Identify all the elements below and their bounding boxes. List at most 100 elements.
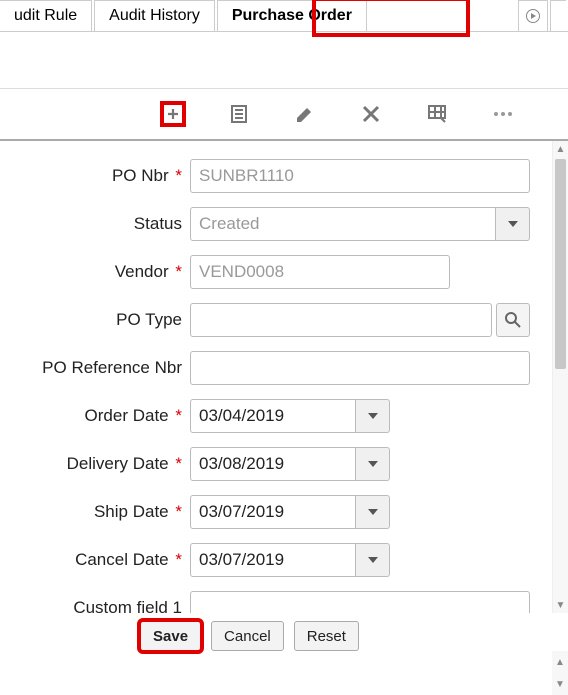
- footer-scrollbar[interactable]: ▲ ▼: [552, 651, 568, 695]
- row-po-nbr: PO Nbr * SUNBR1110: [0, 159, 548, 193]
- form-area: PO Nbr * SUNBR1110 Status Created Vendor…: [0, 141, 568, 613]
- grid-icon: [427, 104, 447, 124]
- label-custom1: Custom field 1: [0, 598, 190, 613]
- label-status: Status: [0, 214, 190, 234]
- pencil-icon: [295, 104, 315, 124]
- plus-icon: [168, 105, 178, 123]
- save-button[interactable]: Save: [140, 621, 201, 651]
- tab-audit-history[interactable]: Audit History: [94, 0, 215, 31]
- order-date-picker[interactable]: 03/04/2019: [190, 399, 390, 433]
- ship-date-value: 03/07/2019: [190, 495, 356, 529]
- label-text: Cancel Date: [75, 550, 169, 569]
- po-ref-input[interactable]: [190, 351, 530, 385]
- row-custom1: Custom field 1: [0, 591, 548, 613]
- status-dropdown-button[interactable]: [496, 207, 530, 241]
- chevron-down-icon: [368, 509, 378, 515]
- label-delivery-date: Delivery Date *: [0, 454, 190, 474]
- required-marker: *: [175, 502, 182, 521]
- label-po-type: PO Type: [0, 310, 190, 330]
- row-delivery-date: Delivery Date * 03/08/2019: [0, 447, 548, 481]
- row-ship-date: Ship Date * 03/07/2019: [0, 495, 548, 529]
- status-select[interactable]: Created: [190, 207, 530, 241]
- row-po-type: PO Type: [0, 303, 548, 337]
- form-scrollbar[interactable]: ▲ ▼: [552, 141, 568, 613]
- cancel-date-picker[interactable]: 03/07/2019: [190, 543, 390, 577]
- row-po-ref: PO Reference Nbr: [0, 351, 548, 385]
- vendor-input[interactable]: VEND0008: [190, 255, 450, 289]
- required-marker: *: [175, 166, 182, 185]
- scroll-up-arrow[interactable]: ▲: [552, 651, 568, 673]
- delivery-date-button[interactable]: [356, 447, 390, 481]
- scroll-down-arrow[interactable]: ▼: [553, 597, 568, 613]
- row-cancel-date: Cancel Date * 03/07/2019: [0, 543, 548, 577]
- label-order-date: Order Date *: [0, 406, 190, 426]
- search-icon: [504, 311, 522, 329]
- required-marker: *: [175, 454, 182, 473]
- play-icon: [526, 9, 540, 23]
- delivery-date-picker[interactable]: 03/08/2019: [190, 447, 390, 481]
- label-text: Vendor: [115, 262, 169, 281]
- scroll-down-arrow[interactable]: ▼: [552, 673, 568, 695]
- edit-button[interactable]: [292, 101, 318, 127]
- tab-overflow[interactable]: [550, 0, 566, 31]
- delivery-date-value: 03/08/2019: [190, 447, 356, 481]
- status-value: Created: [190, 207, 496, 241]
- required-marker: *: [175, 550, 182, 569]
- label-vendor: Vendor *: [0, 262, 190, 282]
- tab-label: udit Rule: [14, 7, 77, 25]
- label-text: Custom field 1: [73, 598, 182, 613]
- label-ship-date: Ship Date *: [0, 502, 190, 522]
- label-text: Order Date: [85, 406, 169, 425]
- toolbar: [0, 89, 568, 141]
- chevron-down-icon: [368, 413, 378, 419]
- row-order-date: Order Date * 03/04/2019: [0, 399, 548, 433]
- more-button[interactable]: [490, 101, 516, 127]
- required-marker: *: [175, 406, 182, 425]
- tab-purchase-order[interactable]: Purchase Order: [217, 0, 367, 31]
- label-text: PO Nbr: [112, 166, 169, 185]
- custom1-input[interactable]: [190, 591, 530, 613]
- form-viewport: PO Nbr * SUNBR1110 Status Created Vendor…: [0, 141, 568, 613]
- chevron-down-icon: [368, 461, 378, 467]
- tab-audit-rule[interactable]: udit Rule: [0, 0, 92, 31]
- label-cancel-date: Cancel Date *: [0, 550, 190, 570]
- label-po-nbr: PO Nbr *: [0, 166, 190, 186]
- order-date-value: 03/04/2019: [190, 399, 356, 433]
- delete-button[interactable]: [358, 101, 384, 127]
- reset-button[interactable]: Reset: [294, 621, 359, 651]
- row-status: Status Created: [0, 207, 548, 241]
- copy-button[interactable]: [226, 101, 252, 127]
- po-type-lookup-button[interactable]: [496, 303, 530, 337]
- footer-buttons: Save Cancel Reset: [0, 613, 568, 651]
- add-button[interactable]: [160, 101, 186, 127]
- po-type-input[interactable]: [190, 303, 492, 337]
- tab-label: Purchase Order: [232, 7, 352, 25]
- tabs-bar: udit Rule Audit History Purchase Order: [0, 0, 568, 32]
- document-icon: [229, 104, 249, 124]
- po-nbr-input[interactable]: SUNBR1110: [190, 159, 530, 193]
- label-po-ref: PO Reference Nbr: [0, 358, 190, 378]
- row-vendor: Vendor * VEND0008: [0, 255, 548, 289]
- tab-label: Audit History: [109, 7, 200, 25]
- toolbar-region: [0, 88, 568, 141]
- chevron-down-icon: [368, 557, 378, 563]
- scroll-up-arrow[interactable]: ▲: [553, 141, 568, 157]
- label-text: PO Reference Nbr: [42, 358, 182, 377]
- required-marker: *: [175, 262, 182, 281]
- scroll-thumb[interactable]: [555, 159, 566, 369]
- cancel-date-value: 03/07/2019: [190, 543, 356, 577]
- grid-button[interactable]: [424, 101, 450, 127]
- x-icon: [362, 105, 380, 123]
- label-text: PO Type: [116, 310, 182, 329]
- ship-date-picker[interactable]: 03/07/2019: [190, 495, 390, 529]
- chevron-down-icon: [508, 221, 518, 227]
- ship-date-button[interactable]: [356, 495, 390, 529]
- label-text: Delivery Date: [67, 454, 169, 473]
- order-date-button[interactable]: [356, 399, 390, 433]
- label-text: Status: [134, 214, 182, 233]
- tab-scroll-button[interactable]: [518, 0, 548, 31]
- label-text: Ship Date: [94, 502, 169, 521]
- cancel-date-button[interactable]: [356, 543, 390, 577]
- cancel-button[interactable]: Cancel: [211, 621, 284, 651]
- ellipsis-icon: [493, 111, 513, 117]
